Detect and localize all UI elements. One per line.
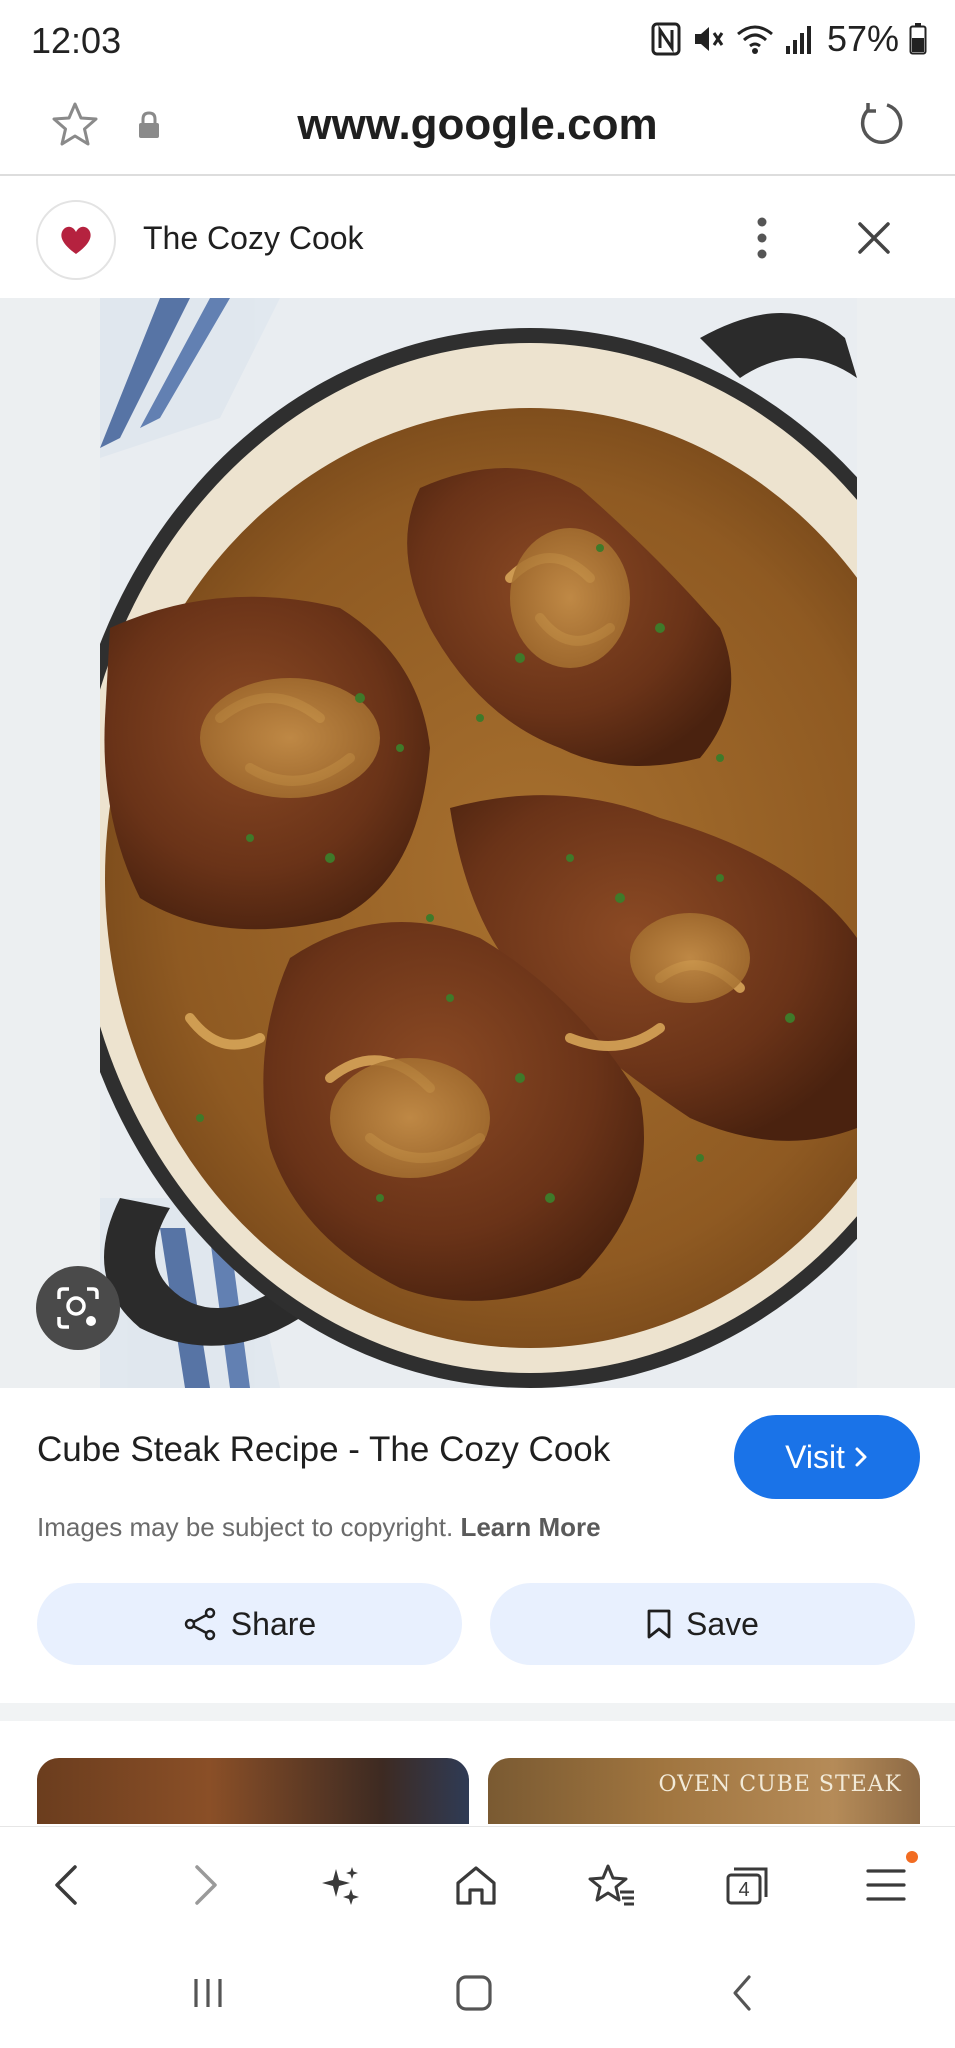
related-image-thumbnail[interactable] <box>37 1758 469 1824</box>
recent-apps-icon[interactable] <box>178 1968 238 2018</box>
share-icon <box>184 1607 216 1641</box>
visit-button[interactable]: Visit <box>734 1415 920 1499</box>
home-button-icon[interactable] <box>444 1968 504 2018</box>
status-icons: 57% <box>651 18 927 60</box>
source-favicon[interactable] <box>36 200 116 280</box>
source-header: The Cozy Cook <box>0 178 955 298</box>
url-text[interactable]: www.google.com <box>0 100 955 150</box>
mute-icon <box>694 27 724 51</box>
copyright-notice: Images may be subject to copyright. Lear… <box>37 1512 601 1543</box>
url-bar: www.google.com <box>0 84 955 176</box>
share-label: Share <box>230 1605 317 1642</box>
lens-search-icon[interactable] <box>36 1266 120 1350</box>
chevron-right-icon <box>855 1447 867 1467</box>
home-icon[interactable] <box>446 1855 506 1915</box>
menu-icon[interactable] <box>856 1851 918 1915</box>
bookmark-icon <box>647 1609 671 1639</box>
related-image-thumbnail[interactable]: OVEN CUBE STEAK <box>488 1758 920 1824</box>
recipe-photo[interactable] <box>100 298 857 1388</box>
thumbnail-caption: OVEN CUBE STEAK <box>658 1772 902 1797</box>
share-button[interactable]: Share <box>37 1583 462 1665</box>
system-back-icon[interactable] <box>712 1968 772 2018</box>
wifi-icon <box>736 25 773 54</box>
learn-more-link[interactable]: Learn More <box>460 1512 600 1542</box>
source-name[interactable]: The Cozy Cook <box>143 220 364 257</box>
signal-icon <box>785 26 811 54</box>
browser-toolbar: 4 <box>0 1826 955 1938</box>
save-button[interactable]: Save <box>490 1583 915 1665</box>
notification-dot <box>906 1851 918 1863</box>
sparkle-icon[interactable] <box>310 1855 370 1915</box>
refresh-icon[interactable] <box>855 98 905 153</box>
status-bar: 12:03 57% <box>0 0 955 84</box>
system-navigation-bar <box>0 1938 955 2048</box>
bookmarks-icon[interactable] <box>582 1855 642 1915</box>
save-label: Save <box>686 1605 759 1642</box>
more-options-icon[interactable] <box>740 208 784 268</box>
heart-icon <box>61 226 91 254</box>
status-time: 12:03 <box>31 20 122 61</box>
tabs-icon[interactable]: 4 <box>718 1855 778 1915</box>
image-viewer <box>0 298 955 1388</box>
result-title[interactable]: Cube Steak Recipe - The Cozy Cook <box>37 1430 610 1470</box>
visit-label: Visit <box>785 1438 845 1475</box>
close-icon[interactable] <box>848 212 900 264</box>
forward-icon[interactable] <box>176 1855 236 1915</box>
back-icon[interactable] <box>36 1855 96 1915</box>
section-divider <box>0 1703 955 1721</box>
battery-icon <box>909 23 927 55</box>
copyright-text: Images may be subject to copyright. <box>37 1512 454 1542</box>
tab-count: 4 <box>738 1879 749 1901</box>
nfc-icon <box>651 22 681 56</box>
battery-percent: 57% <box>826 18 899 59</box>
